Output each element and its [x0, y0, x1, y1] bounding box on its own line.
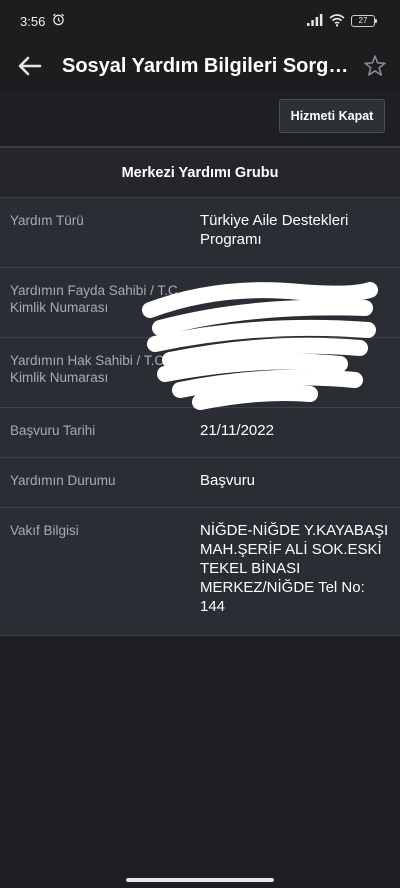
- alarm-icon: [52, 13, 65, 26]
- home-indicator[interactable]: [126, 878, 274, 882]
- row-label: Vakıf Bilgisi: [10, 523, 79, 538]
- row-value: Başvuru: [200, 472, 256, 489]
- wifi-icon: [329, 14, 345, 27]
- section-title: Merkezi Yardımı Grubu: [0, 148, 400, 198]
- redaction-scribble: [142, 282, 378, 410]
- info-row-aid-status: Yardımın Durumu Başvuru: [0, 458, 400, 508]
- row-label: Yardımın Durumu: [10, 473, 116, 488]
- arrow-left-icon[interactable]: [16, 52, 44, 80]
- battery-icon: 27: [351, 15, 377, 27]
- battery-level: 27: [358, 16, 368, 25]
- info-row-application-date: Başvuru Tarihi 21/11/2022: [0, 408, 400, 458]
- app-bar: Sosyal Yardım Bilgileri Sorgulama: [0, 44, 400, 92]
- row-value: Türkiye Aile Destekleri Programı: [200, 212, 349, 248]
- close-service-button[interactable]: Hizmeti Kapat: [279, 99, 385, 133]
- signal-icon: [307, 14, 323, 26]
- info-row-aid-type: Yardım Türü Türkiye Aile Destekleri Prog…: [0, 198, 400, 268]
- star-outline-icon[interactable]: [362, 53, 388, 79]
- row-value: NİĞDE-NİĞDE Y.KAYABAŞI MAH.ŞERİF ALİ SOK…: [200, 522, 389, 615]
- row-label: Yardım Türü: [10, 213, 84, 228]
- status-time: 3:56: [20, 14, 46, 29]
- page-title: Sosyal Yardım Bilgileri Sorgulama: [62, 55, 352, 77]
- row-label: Başvuru Tarihi: [10, 423, 96, 438]
- info-row-foundation-info: Vakıf Bilgisi NİĞDE-NİĞDE Y.KAYABAŞI MAH…: [0, 508, 400, 636]
- status-bar: 3:56 27: [0, 0, 400, 44]
- row-value: 21/11/2022: [200, 422, 274, 439]
